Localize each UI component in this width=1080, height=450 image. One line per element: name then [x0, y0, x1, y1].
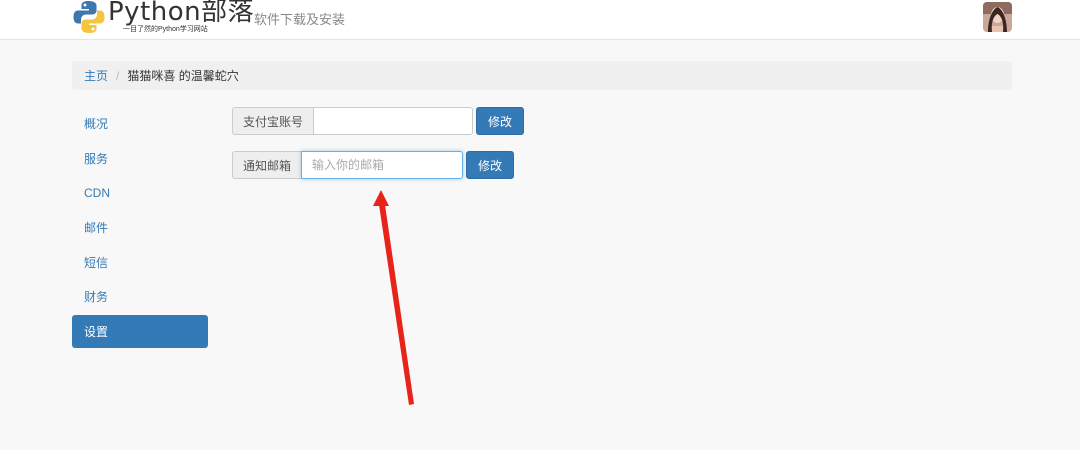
alipay-account-label: 支付宝账号 — [232, 107, 314, 135]
notify-email-input[interactable] — [301, 151, 464, 179]
sidebar-item-overview[interactable]: 概况 — [72, 107, 208, 140]
notify-email-modify-button[interactable]: 修改 — [466, 151, 515, 179]
python-logo-icon — [73, 1, 105, 33]
avatar-image-icon — [983, 2, 1012, 32]
logo-title: Python部落 — [108, 0, 255, 27]
alipay-account-input[interactable] — [313, 107, 474, 135]
sidebar-item-finance[interactable]: 财务 — [72, 280, 208, 313]
breadcrumb: 主页 / 猫猫咪喜 的温馨蛇穴 — [72, 61, 1012, 90]
sidebar-item-mail[interactable]: 邮件 — [72, 211, 208, 244]
notify-email-label: 通知邮箱 — [232, 151, 302, 179]
sidebar-item-sms[interactable]: 短信 — [72, 246, 208, 279]
arrow-head — [373, 190, 389, 206]
sidebar-item-services[interactable]: 服务 — [72, 142, 208, 175]
notify-email-row: 通知邮箱 修改 — [232, 151, 515, 179]
breadcrumb-separator: / — [116, 68, 120, 83]
top-navbar: Python部落 一目了然的Python学习网站 软件下载及安装 — [0, 0, 1080, 40]
breadcrumb-home-link[interactable]: 主页 — [84, 67, 108, 84]
sidebar-item-cdn[interactable]: CDN — [72, 176, 208, 209]
alipay-modify-button[interactable]: 修改 — [476, 107, 525, 135]
nav-link-software-download[interactable]: 软件下载及安装 — [254, 9, 345, 28]
breadcrumb-current: 猫猫咪喜 的温馨蛇穴 — [127, 69, 239, 83]
alipay-account-row: 支付宝账号 修改 — [232, 107, 525, 135]
logo-tagline: 一目了然的Python学习网站 — [123, 26, 208, 33]
sidebar-item-settings[interactable]: 设置 — [72, 315, 208, 348]
user-avatar[interactable] — [983, 2, 1012, 32]
arrow-shaft — [378, 198, 414, 405]
